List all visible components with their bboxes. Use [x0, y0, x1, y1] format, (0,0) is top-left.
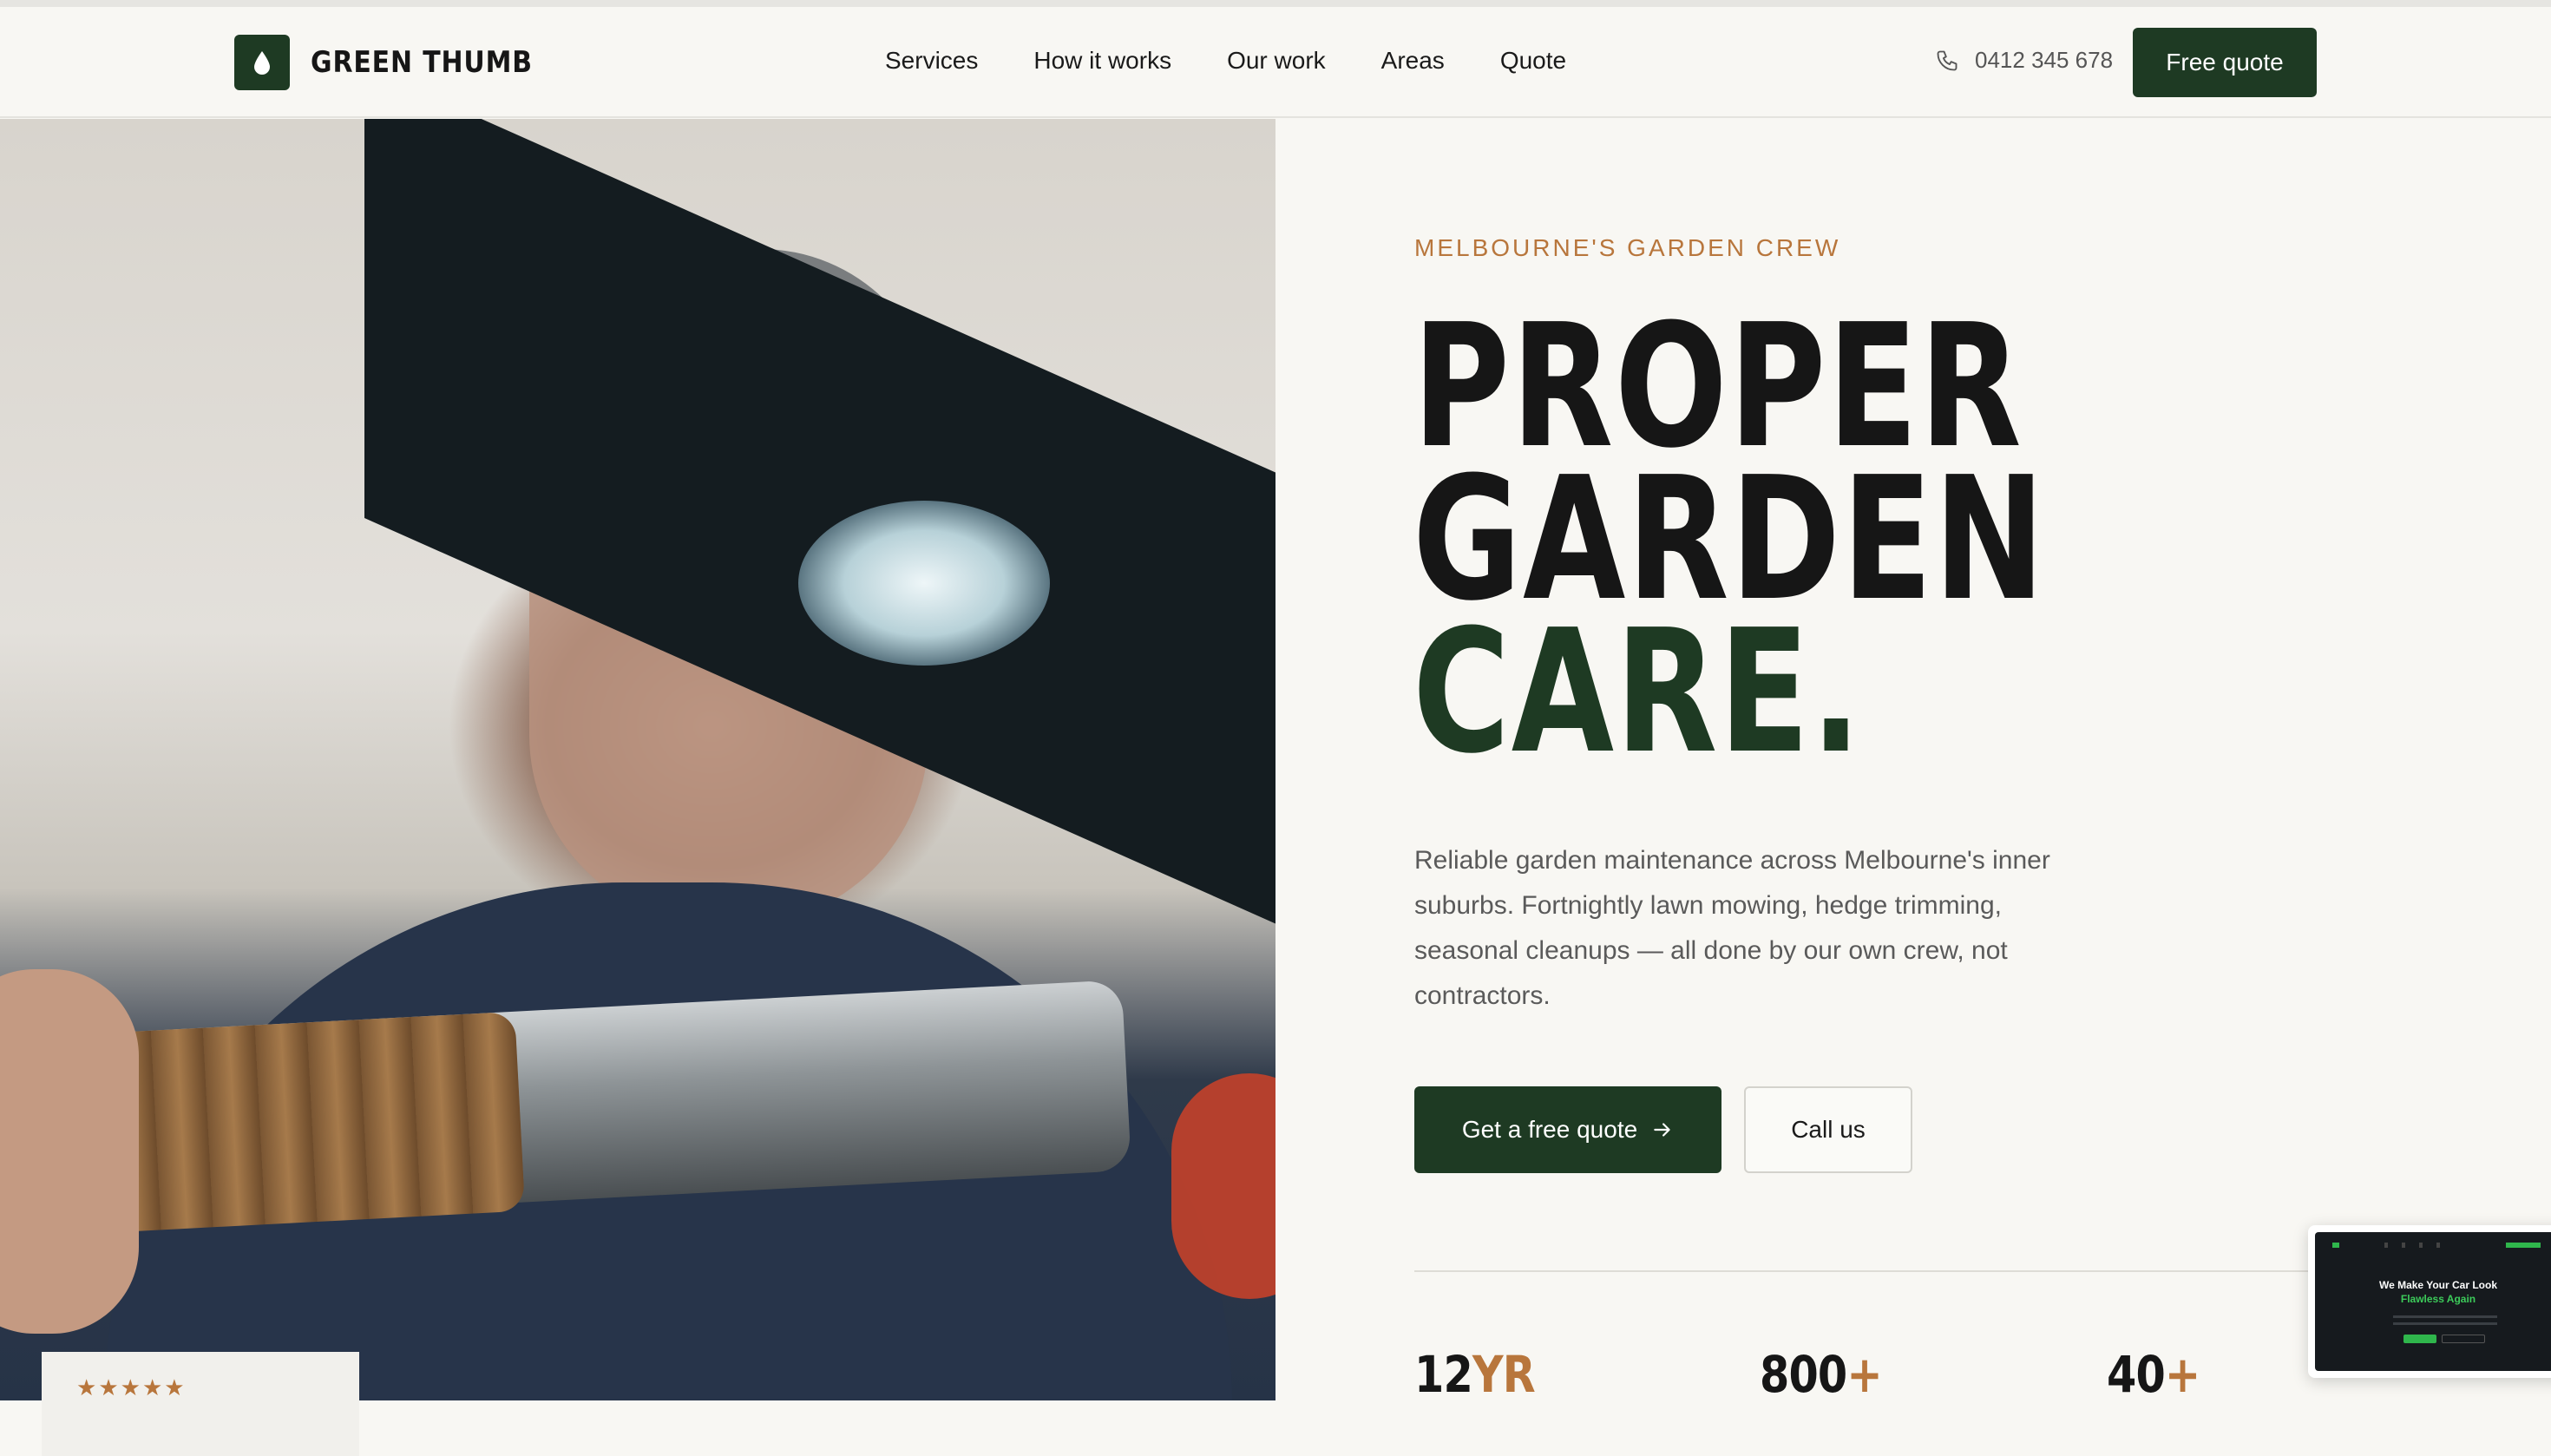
phone-number: 0412 345 678 — [1975, 47, 2114, 73]
star-icon: ★ — [141, 1374, 163, 1400]
preview-screen: We Make Your Car Look Flawless Again — [2315, 1232, 2551, 1371]
stat-clients-value: 800 — [1760, 1345, 1847, 1404]
hero-eyebrow: MELBOURNE'S GARDEN CREW — [1414, 234, 1841, 261]
nav-item-areas[interactable]: Areas — [1381, 47, 1445, 75]
nav-item-services[interactable]: Services — [885, 47, 978, 75]
water-drop-icon — [234, 35, 290, 90]
brand-name: GREEN THUMB — [311, 45, 533, 80]
hero-headline: PROPER GARDEN CARE. — [1413, 302, 2046, 791]
nav-item-quote[interactable]: Quote — [1500, 47, 1566, 75]
stat-clients-suffix: + — [1846, 1345, 1882, 1404]
stat-years-value: 12 — [1414, 1345, 1473, 1404]
main-nav: Services How it works Our work Areas Quo… — [885, 47, 1566, 75]
star-icon: ★ — [98, 1374, 119, 1400]
nav-item-our-work[interactable]: Our work — [1227, 47, 1326, 75]
preview-title: We Make Your Car Look — [2378, 1279, 2498, 1291]
arrow-right-icon — [1654, 1123, 1670, 1137]
header-phone-link[interactable]: 0412 345 678 — [1935, 47, 2113, 74]
hero-description: Reliable garden maintenance across Melbo… — [1414, 846, 2050, 1010]
star-icon: ★ — [120, 1374, 141, 1400]
preview-secondary-button — [2442, 1335, 2485, 1343]
window-preview-thumbnail[interactable]: We Make Your Car Look Flawless Again — [2308, 1225, 2551, 1378]
logo[interactable]: GREEN THUMB — [234, 35, 563, 90]
get-free-quote-label: Get a free quote — [1461, 1116, 1638, 1143]
preview-subtitle: Flawless Again — [2400, 1293, 2476, 1305]
hero-photo — [0, 119, 1276, 1400]
headline-line-3: CARE. — [1413, 594, 1863, 791]
photo-hand — [0, 969, 139, 1334]
photo-red-part — [1171, 1073, 1276, 1299]
nav-item-how-it-works[interactable]: How it works — [1033, 47, 1171, 75]
stat-suburbs-value: 40 — [2107, 1345, 2166, 1404]
stat-suburbs: 40+ — [2107, 1345, 2200, 1404]
get-free-quote-button[interactable]: Get a free quote — [1414, 1086, 1721, 1173]
stat-clients: 800+ — [1760, 1345, 1883, 1404]
photo-lamp — [798, 501, 1050, 666]
preview-text-line — [2393, 1322, 2497, 1325]
stat-years-suffix: YR — [1472, 1345, 1536, 1404]
stat-years: 12YR — [1414, 1345, 1536, 1404]
window-top-edge — [0, 0, 2551, 7]
star-icon: ★ — [164, 1374, 185, 1400]
rating-card: ★ ★ ★ ★ ★ — [42, 1352, 359, 1456]
site-header: GREEN THUMB Services How it works Our wo… — [0, 7, 2551, 118]
preview-text-line — [2393, 1315, 2497, 1318]
phone-icon — [1937, 50, 1958, 70]
rating-stars: ★ ★ ★ ★ ★ — [76, 1374, 185, 1401]
star-icon: ★ — [76, 1374, 97, 1400]
free-quote-button[interactable]: Free quote — [2133, 28, 2317, 97]
preview-nav — [2332, 1243, 2541, 1248]
call-us-button[interactable]: Call us — [1744, 1086, 1912, 1173]
stat-suburbs-suffix: + — [2164, 1345, 2200, 1404]
stats-divider — [1414, 1270, 2317, 1272]
preview-primary-button — [2403, 1335, 2436, 1343]
